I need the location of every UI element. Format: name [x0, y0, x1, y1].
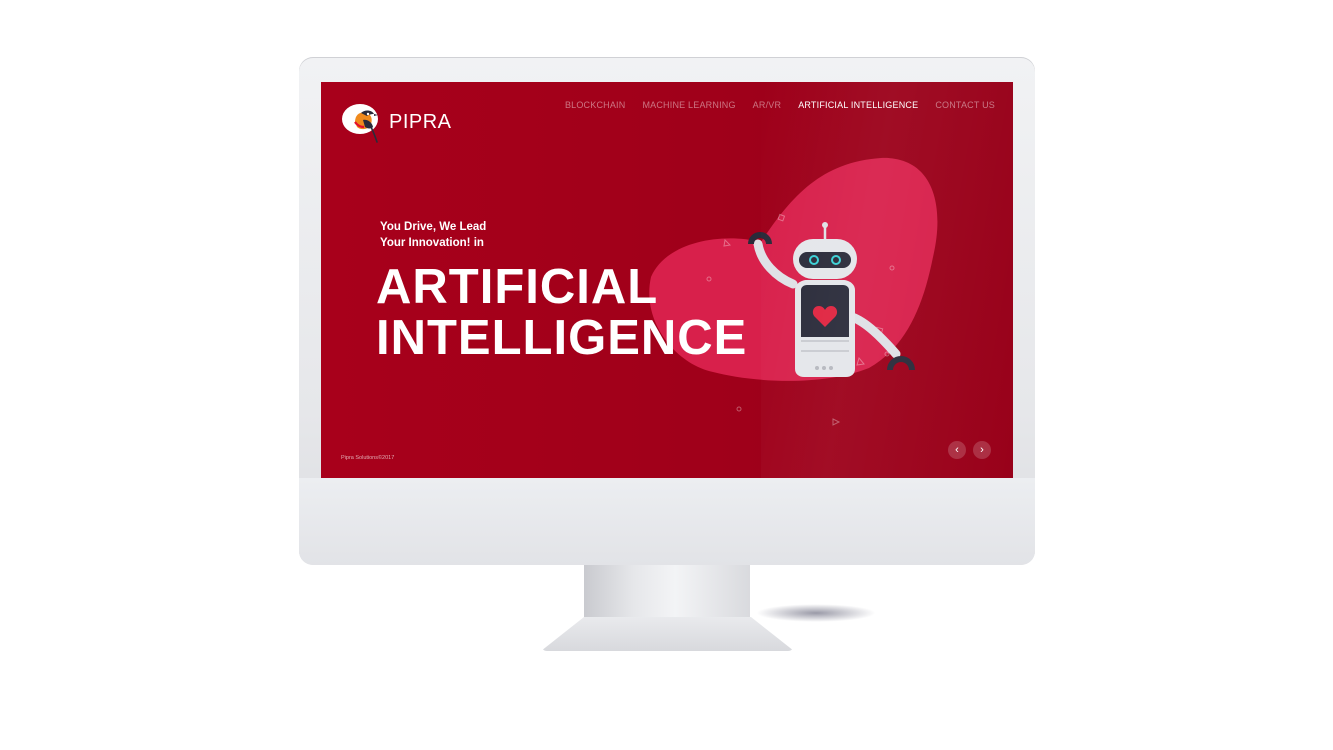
- chevron-right-icon: ›: [980, 444, 984, 456]
- monitor-stand-neck: [584, 565, 750, 621]
- hero-headline-line-1: ARTIFICIAL: [376, 260, 659, 314]
- monitor-stand-base: [541, 617, 794, 651]
- website-screen: PIPRA BLOCKCHAIN MACHINE LEARNING AR/VR …: [321, 82, 1013, 478]
- brand-logo[interactable]: PIPRA: [341, 100, 452, 144]
- hero-headline-line-2: INTELLIGENCE: [376, 311, 748, 365]
- nav-item-machine-learning[interactable]: MACHINE LEARNING: [642, 100, 735, 110]
- nav-item-artificial-intelligence[interactable]: ARTIFICIAL INTELLIGENCE: [798, 100, 918, 110]
- main-nav: BLOCKCHAIN MACHINE LEARNING AR/VR ARTIFI…: [565, 100, 995, 110]
- slider-prev-button[interactable]: ‹: [948, 441, 966, 459]
- nav-item-ar-vr[interactable]: AR/VR: [753, 100, 782, 110]
- hero-tagline: You Drive, We Lead Your Innovation! in: [380, 219, 520, 251]
- monitor-chin: [299, 478, 1035, 565]
- nav-item-blockchain[interactable]: BLOCKCHAIN: [565, 100, 626, 110]
- hero-headline: ARTIFICIAL INTELLIGENCE: [376, 262, 747, 364]
- hero-tagline-line-2: Your Innovation! in: [380, 237, 484, 249]
- robot-right-hand: [887, 356, 915, 371]
- stand-shadow: [756, 604, 876, 622]
- bird-logo-icon: [342, 104, 378, 143]
- slider-controls: ‹ ›: [948, 441, 991, 459]
- brand-name: PIPRA: [389, 110, 452, 133]
- slider-next-button[interactable]: ›: [973, 441, 991, 459]
- footer-copyright: Pipra Solutions©2017: [341, 455, 395, 461]
- chevron-left-icon: ‹: [955, 444, 959, 456]
- nav-item-contact-us[interactable]: CONTACT US: [935, 100, 995, 110]
- hero-tagline-line-1: You Drive, We Lead: [380, 221, 487, 233]
